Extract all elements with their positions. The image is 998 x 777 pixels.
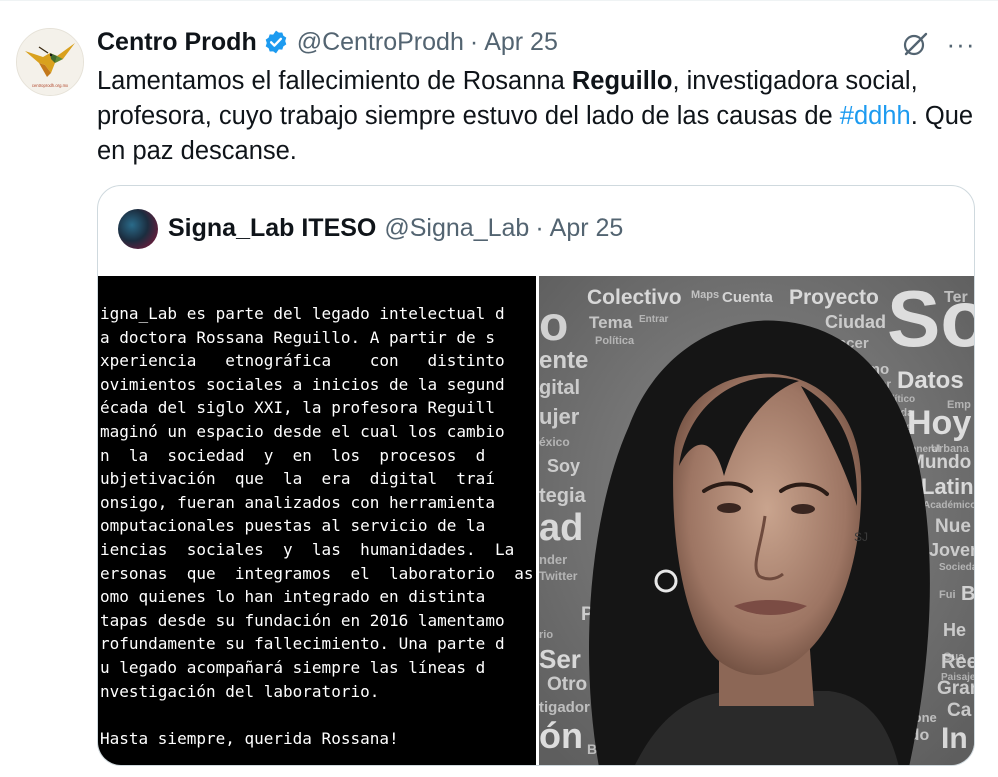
word-cloud-word: Ca <box>947 700 972 721</box>
word-cloud-word: He <box>943 620 966 640</box>
quoted-tweet[interactable]: Signa_Lab ITESO @Signa_Lab · Apr 25 igna… <box>97 185 975 766</box>
image-text-line: igna_Lab es parte del legado intelectual… <box>100 304 505 323</box>
hummingbird-logo-icon: centroprodh.org.mx <box>17 29 83 95</box>
image-text-line: tapas desde su fundación en 2016 lamenta… <box>100 610 505 630</box>
word-cloud-word: nder <box>539 552 567 567</box>
portrait-image[interactable]: Colectivo Maps Cuenta Proyecto Ter o Tema Entra… <box>539 276 975 765</box>
word-cloud-word: Nue <box>935 516 971 537</box>
image-text-line: a doctora Rossana Reguillo. A partir de … <box>100 327 495 347</box>
word-cloud-word: Maps <box>691 289 719 301</box>
image-text-line: iencias sociales y las humanidades. La <box>100 539 515 559</box>
word-cloud-word: So <box>887 276 975 363</box>
word-cloud-word: ujer <box>539 404 580 429</box>
avatar-logo-text: centroprodh.org.mx <box>32 83 69 88</box>
tweet-text-bold: Reguillo <box>571 67 673 95</box>
verified-badge-icon[interactable] <box>263 29 289 55</box>
word-cloud: Colectivo Maps Cuenta Proyecto Tero Tema Entra… <box>539 276 975 765</box>
tweet-header: Centro Prodh @CentroProdh · Apr 25 <box>97 26 558 58</box>
image-text-line: onsigo, fueran analizados con herramient… <box>100 492 495 512</box>
word-cloud-word: Soy <box>547 456 580 476</box>
word-cloud-word: ente <box>539 347 588 374</box>
word-cloud-word: tegia <box>539 485 587 507</box>
word-cloud-word: ón <box>539 715 583 756</box>
word-cloud-word: Gran <box>937 678 975 699</box>
image-text-line: rofundamente su fallecimiento. Una parte… <box>100 634 505 654</box>
grok-icon <box>903 32 928 56</box>
word-cloud-word: Colectivo <box>587 286 682 309</box>
separator-dot: · <box>469 28 479 56</box>
word-cloud-word: rio <box>539 629 553 641</box>
word-cloud-word: Joven <box>929 540 975 560</box>
word-cloud-word: éxico <box>539 435 570 449</box>
image-text-line: écada del siglo XXI, la profesora Reguil… <box>100 398 495 418</box>
word-cloud-word: Twitter <box>539 569 578 583</box>
timestamp[interactable]: Apr 25 <box>484 26 558 58</box>
word-cloud-word: Fui <box>939 589 956 601</box>
image-text-line: Hasta siempre, querida Rossana! <box>100 728 399 748</box>
image-text: igna_Lab es parte del legado intelectual… <box>100 302 536 750</box>
avatar[interactable]: centroprodh.org.mx <box>16 28 84 96</box>
text-image[interactable]: igna_Lab es parte del legado intelectual… <box>98 276 536 765</box>
image-text-line: omo quienes lo han integrado en distinta <box>100 587 486 607</box>
word-cloud-word: Tema <box>589 313 633 332</box>
divider <box>0 0 998 1</box>
tweet-text-part: Lamentamos el fallecimiento de Rosanna <box>97 67 572 95</box>
image-text-line: nvestigación del laboratorio. <box>100 681 380 701</box>
word-cloud-word: Latin <box>921 474 974 499</box>
image-text-line: ovimientos sociales a inicios de la segu… <box>100 374 505 394</box>
word-cloud-word: Otro <box>547 674 587 695</box>
word-cloud-word: Cuenta <box>722 289 773 306</box>
quote-avatar[interactable] <box>118 209 158 249</box>
word-cloud-word: Ser <box>539 644 581 674</box>
image-text-line: ubjetivación que la era digital traí <box>100 469 495 489</box>
more-options-button[interactable]: ··· <box>944 27 978 61</box>
word-cloud-word: Sociedad <box>939 562 975 573</box>
word-cloud-word: Datos <box>897 367 964 394</box>
word-cloud-word: gital <box>539 377 580 399</box>
separator-dot: · <box>535 214 544 242</box>
image-text-line: maginó un espacio desde el cual los camb… <box>100 421 505 441</box>
word-cloud-word: Académico <box>923 500 975 511</box>
word-cloud-word: o <box>539 298 568 351</box>
image-text-line: ersonas que integramos el laboratorio as <box>100 563 534 583</box>
word-cloud-word: Política <box>595 335 635 347</box>
illustration-signature: SJ <box>854 530 868 544</box>
word-cloud-word: Hoy <box>907 404 971 442</box>
tweet: centroprodh.org.mx Centro Prodh @CentroP… <box>0 0 998 777</box>
image-text-line: n la sociedad y en los procesos d <box>100 445 486 465</box>
hashtag-link[interactable]: #ddhh <box>840 102 911 130</box>
quote-media: igna_Lab es parte del legado intelectual… <box>98 276 975 765</box>
image-text-line <box>100 703 536 727</box>
word-cloud-word: In <box>941 722 968 755</box>
grok-button[interactable] <box>898 27 932 61</box>
tweet-text: Lamentamos el fallecimiento de Rosanna R… <box>97 64 977 169</box>
word-cloud-word: tigador <box>539 699 590 716</box>
word-cloud-word: Entrar <box>639 314 669 325</box>
display-name[interactable]: Centro Prodh <box>97 26 257 58</box>
more-icon: ··· <box>946 28 976 59</box>
image-text-line: xperiencia etnográfica con distinto <box>100 351 505 371</box>
word-cloud-word: Proyecto <box>789 286 879 309</box>
image-text-line: u legado acompañará siempre las líneas d <box>100 657 486 677</box>
quote-timestamp[interactable]: Apr 25 <box>550 212 624 244</box>
quote-header: Signa_Lab ITESO @Signa_Lab · Apr 25 <box>168 212 623 244</box>
image-text-line: omputacionales puestas al servicio de la <box>100 516 486 536</box>
word-cloud-word: ad <box>539 507 583 549</box>
word-cloud-word: Ba <box>961 583 975 605</box>
word-cloud-word: Ciudad <box>825 312 886 332</box>
quote-handle[interactable]: @Signa_Lab <box>384 212 529 244</box>
word-cloud-word: Ree <box>941 651 975 673</box>
handle[interactable]: @CentroProdh <box>297 26 464 58</box>
quote-display-name[interactable]: Signa_Lab ITESO <box>168 212 376 244</box>
